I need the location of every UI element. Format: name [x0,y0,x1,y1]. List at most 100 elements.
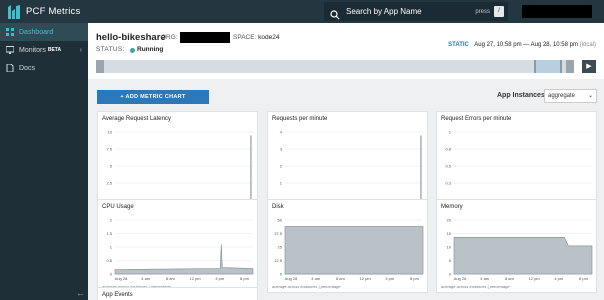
status-value: Running [137,46,164,53]
dashboard-icon [6,28,14,36]
chart-card-disk[interactable]: Disk 50 37.5 25 12.5 0 Aug 28 4 am 8 am 12 pm 4 p… [267,199,428,293]
search-icon [330,7,340,20]
x-tick-label: Aug 28 [285,276,298,281]
y-tick-label: 0.5 [106,258,112,263]
timeline-right-handle[interactable] [566,60,574,73]
sidebar-item-label: Docs [19,64,35,72]
x-tick-label: 4 am [311,276,321,281]
app-header: hello-bikeshare ORG: SPACE: kode24 STATU… [88,23,604,79]
timeline-selection[interactable] [534,60,562,73]
sidebar-item-monitors[interactable]: Monitors BETA › [0,41,88,59]
timeline-slider[interactable] [96,60,574,73]
disk-chart: 50 37.5 25 12.5 0Aug 28 4 am 8 am 12 pm 4 pm 8 pm [274,218,424,281]
y-tick-label: 4 [280,130,283,135]
chart-card-cpu[interactable]: CPU Usage 2 1.5 1 0.5 0 Aug 28 4 am 8 am 12 pm 4 … [97,199,258,293]
y-tick-label: 3 [280,147,283,152]
y-tick-label: 0.3 [445,181,451,186]
x-tick-label: Aug 28 [115,276,128,281]
y-tick-label: 1 [449,130,452,135]
x-tick-label: 4 am [480,276,490,281]
y-tick-label: 15 [447,231,452,236]
y-tick-label: 1.5 [106,231,112,236]
pcf-logo-icon [8,4,20,19]
sidebar-item-dashboard[interactable]: Dashboard [0,23,88,41]
y-tick-label: 10 [108,130,113,135]
memory-chart: 20 15 10 5 0Aug 28 4 am 8 am 12 pm 4 pm 8 pm [447,218,593,281]
y-tick-label: 37.5 [274,231,283,236]
status-label: STATUS: [96,46,125,53]
status-indicator [130,48,135,53]
x-tick-label: 4 am [141,276,151,281]
y-tick-label: 0 [449,272,452,277]
sidebar-item-label: Monitors [19,46,46,54]
cpu-chart: 2 1.5 1 0.5 0Aug 28 4 am 8 am 12 pm 4 pm 8 pm [106,218,254,281]
x-tick-label: 8 am [336,276,346,281]
x-tick-label: 4 pm [215,276,225,281]
beta-badge: BETA [47,47,62,53]
y-tick-label: 1 [280,181,283,186]
y-tick-label: 50 [278,218,283,223]
user-menu-redacted[interactable] [522,5,592,18]
chart-card-app-events[interactable]: App Events [97,287,258,300]
top-bar: PCF Metrics Search by App Name press / [0,0,604,23]
shortcut-key: / [494,6,504,17]
timeline-left-handle[interactable] [96,60,104,73]
chart-footer: average across instances | percentage [441,284,510,289]
x-tick-label: 8 am [505,276,515,281]
chart-title: App Events [102,292,133,298]
y-tick-label: 5 [110,164,113,169]
y-tick-label: 0.5 [445,164,451,169]
y-tick-label: 0 [110,272,113,277]
x-tick-label: 8 am [166,276,176,281]
app-instances-label: App Instances [497,92,545,99]
x-tick-label: 4 pm [385,276,395,281]
arrow-left-icon[interactable]: ← [76,288,85,298]
x-tick-label: 8 pm [240,276,250,281]
x-tick-label: 12 pm [190,276,202,281]
org-label: ORG: [161,34,178,41]
space-label: SPACE: [233,34,257,41]
chart-card-memory[interactable]: Memory 20 15 10 5 0 Aug 28 4 am 8 am 12 pm 4 pm 8 … [436,199,597,293]
space-info: SPACE: kode24 [233,34,280,41]
y-tick-label: 7.5 [106,147,112,152]
docs-icon [6,63,14,73]
y-tick-label: 12.5 [274,258,283,263]
y-tick-label: 2.5 [106,181,112,186]
x-tick-label: 8 pm [579,276,589,281]
chevron-down-icon: ⌄ [587,93,593,99]
y-tick-label: 10 [447,245,452,250]
y-tick-label: 1 [110,245,113,250]
play-icon[interactable]: ▶ [582,60,596,73]
chevron-right-icon[interactable]: › [80,47,82,54]
space-value: kode24 [258,34,280,41]
search-input[interactable]: Search by App Name [346,7,422,16]
sidebar: Dashboard Monitors BETA › Docs ← [0,23,88,300]
sidebar-item-docs[interactable]: Docs [0,59,88,77]
time-zone: (local) [579,42,596,48]
y-tick-label: 5 [449,258,452,263]
app-search-box[interactable]: Search by App Name press / [324,2,508,21]
time-range: STATIC Aug 27, 10:58 pm — Aug 28, 10:58 … [448,42,596,48]
page-title: hello-bikeshare [96,32,166,43]
series-shape [284,226,424,275]
sidebar-item-label: Dashboard [19,28,54,36]
app-title: PCF Metrics [26,6,81,17]
x-tick-label: Aug 28 [454,276,467,281]
series-shape [453,236,593,275]
y-tick-label: 0 [280,272,283,277]
search-hint: press [475,8,490,15]
y-tick-label: 25 [278,245,283,250]
series-shape [114,244,254,275]
app-instances-value: aggregate [548,93,576,99]
time-mode-toggle[interactable]: STATIC [448,42,469,48]
add-metric-chart-button[interactable]: + ADD METRIC CHART [97,90,209,104]
x-tick-label: 4 pm [554,276,564,281]
x-tick-label: 12 pm [529,276,541,281]
app-instances-select[interactable]: aggregate ⌄ [544,89,597,103]
x-tick-label: 8 pm [410,276,420,281]
time-range-text: Aug 27, 10:58 pm — Aug 28, 10:58 pm [474,42,578,48]
y-tick-label: 2 [110,218,113,223]
monitor-icon [5,46,15,54]
org-value-redacted [180,32,230,43]
y-tick-label: 2 [280,164,283,169]
